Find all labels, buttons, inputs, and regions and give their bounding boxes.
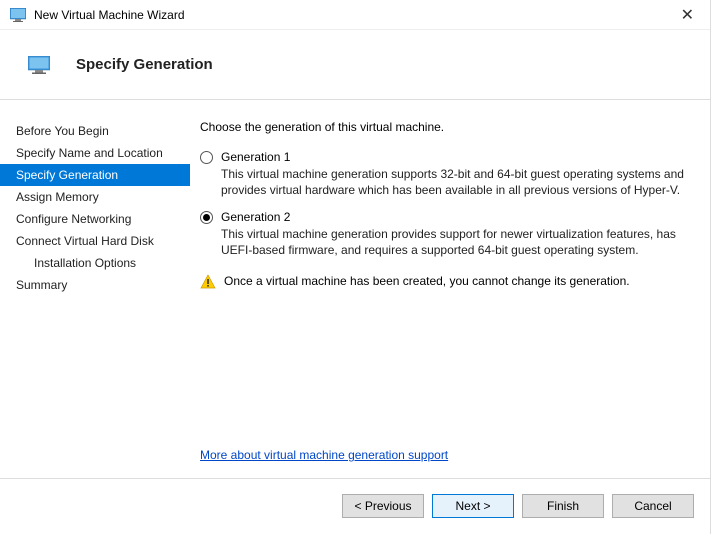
option-body-gen2: Generation 2 This virtual machine genera… xyxy=(221,210,690,258)
warning-row: Once a virtual machine has been created,… xyxy=(200,274,690,290)
option-body-gen1: Generation 1 This virtual machine genera… xyxy=(221,150,690,198)
gen2-label: Generation 2 xyxy=(221,210,690,224)
close-button[interactable]: ✕ xyxy=(675,5,700,25)
warning-icon xyxy=(200,274,216,290)
sidebar-item-assign-memory[interactable]: Assign Memory xyxy=(0,186,190,208)
option-generation-1[interactable]: Generation 1 This virtual machine genera… xyxy=(200,150,690,198)
sidebar-item-configure-networking[interactable]: Configure Networking xyxy=(0,208,190,230)
wizard-body: Before You Begin Specify Name and Locati… xyxy=(0,100,710,478)
gen1-label: Generation 1 xyxy=(221,150,690,164)
sidebar-item-specify-name-location[interactable]: Specify Name and Location xyxy=(0,142,190,164)
wizard-footer: < Previous Next > Finish Cancel xyxy=(0,478,710,532)
more-info-link[interactable]: More about virtual machine generation su… xyxy=(200,448,690,462)
sidebar-item-specify-generation[interactable]: Specify Generation xyxy=(0,164,190,186)
gen2-description: This virtual machine generation provides… xyxy=(221,227,690,258)
wizard-sidebar: Before You Begin Specify Name and Locati… xyxy=(0,100,190,478)
radio-generation-2[interactable] xyxy=(200,211,213,224)
content-spacer xyxy=(200,290,690,448)
sidebar-item-before-you-begin[interactable]: Before You Begin xyxy=(0,120,190,142)
sidebar-item-summary[interactable]: Summary xyxy=(0,274,190,296)
wizard-header: Specify Generation xyxy=(0,30,710,100)
option-generation-2[interactable]: Generation 2 This virtual machine genera… xyxy=(200,210,690,258)
window-title: New Virtual Machine Wizard xyxy=(34,8,675,22)
previous-button[interactable]: < Previous xyxy=(342,494,424,518)
radio-generation-1[interactable] xyxy=(200,151,213,164)
header-icon xyxy=(28,56,50,74)
wizard-window: New Virtual Machine Wizard ✕ Specify Gen… xyxy=(0,0,711,534)
warning-text: Once a virtual machine has been created,… xyxy=(224,274,630,288)
sidebar-item-installation-options[interactable]: Installation Options xyxy=(0,252,190,274)
finish-button[interactable]: Finish xyxy=(522,494,604,518)
instruction-text: Choose the generation of this virtual ma… xyxy=(200,120,690,134)
cancel-button[interactable]: Cancel xyxy=(612,494,694,518)
page-title: Specify Generation xyxy=(76,56,213,73)
sidebar-item-connect-vhd[interactable]: Connect Virtual Hard Disk xyxy=(0,230,190,252)
wizard-content: Choose the generation of this virtual ma… xyxy=(190,100,710,478)
next-button[interactable]: Next > xyxy=(432,494,514,518)
titlebar: New Virtual Machine Wizard ✕ xyxy=(0,0,710,30)
gen1-description: This virtual machine generation supports… xyxy=(221,167,690,198)
app-icon xyxy=(10,8,26,22)
